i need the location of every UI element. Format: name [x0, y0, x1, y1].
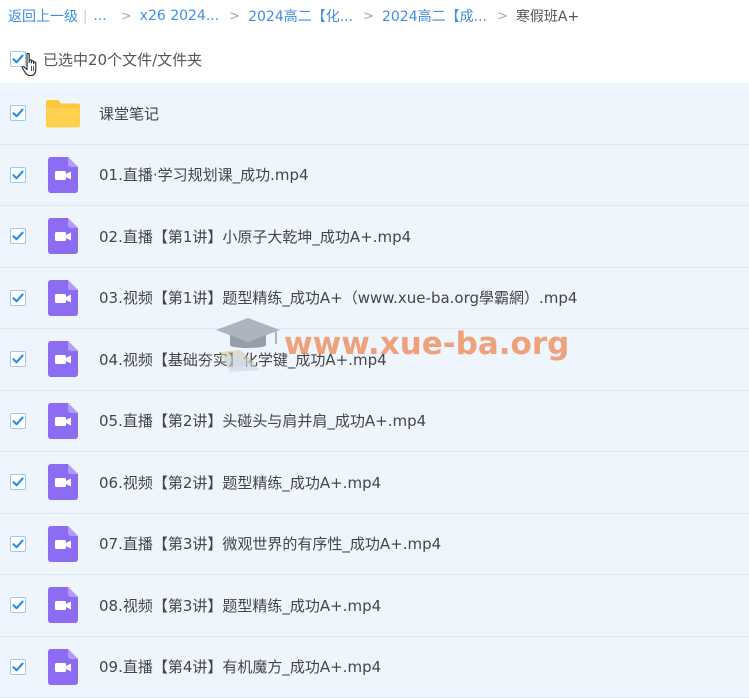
back-link[interactable]: 返回上一级 — [8, 6, 78, 26]
folder-icon — [45, 95, 81, 131]
breadcrumb-separator: > — [497, 9, 508, 24]
video-file-icon — [45, 403, 81, 439]
checkmark-icon — [11, 352, 25, 366]
checkmark-icon — [11, 291, 25, 305]
breadcrumb: 返回上一级 | ... > x26 2024... > 2024高二【化... … — [8, 0, 749, 32]
file-name[interactable]: 03.视频【第1讲】题型精练_成功A+（www.xue-ba.org學霸網）.m… — [99, 287, 577, 308]
video-file-icon — [45, 341, 81, 377]
file-row[interactable]: 02.直播【第1讲】小原子大乾坤_成功A+.mp4 — [0, 206, 749, 268]
row-checkbox[interactable] — [10, 105, 26, 121]
hand-cursor-icon — [20, 52, 40, 78]
breadcrumb-separator: > — [229, 9, 240, 24]
video-file-icon — [45, 464, 81, 500]
file-name[interactable]: 06.视频【第2讲】题型精练_成功A+.mp4 — [99, 472, 381, 493]
file-list: 课堂笔记 01.直播·学习规划课_成功.mp4 02.直播【第1讲】小原子大乾坤… — [0, 83, 749, 698]
row-checkbox[interactable] — [10, 474, 26, 490]
file-row[interactable]: 03.视频【第1讲】题型精练_成功A+（www.xue-ba.org學霸網）.m… — [0, 268, 749, 330]
file-name[interactable]: 09.直播【第4讲】有机魔方_成功A+.mp4 — [99, 656, 381, 677]
row-checkbox[interactable] — [10, 659, 26, 675]
checkmark-icon — [11, 414, 25, 428]
select-all-bar: 已选中20个文件/文件夹 — [0, 42, 749, 76]
checkmark-icon — [11, 168, 25, 182]
file-name[interactable]: 07.直播【第3讲】微观世界的有序性_成功A+.mp4 — [99, 533, 441, 554]
video-file-icon — [45, 218, 81, 254]
breadcrumb-item-chem[interactable]: 2024高二【化... — [248, 6, 353, 26]
video-file-icon — [45, 157, 81, 193]
checkmark-icon — [11, 475, 25, 489]
file-row[interactable]: 06.视频【第2讲】题型精练_成功A+.mp4 — [0, 452, 749, 514]
row-checkbox[interactable] — [10, 351, 26, 367]
file-row[interactable]: 08.视频【第3讲】题型精练_成功A+.mp4 — [0, 575, 749, 637]
selection-count-label: 已选中20个文件/文件夹 — [43, 49, 202, 70]
file-name[interactable]: 08.视频【第3讲】题型精练_成功A+.mp4 — [99, 595, 381, 616]
row-checkbox[interactable] — [10, 413, 26, 429]
row-checkbox[interactable] — [10, 167, 26, 183]
file-row[interactable]: 05.直播【第2讲】头碰头与肩并肩_成功A+.mp4 — [0, 391, 749, 453]
file-name[interactable]: 课堂笔记 — [99, 103, 159, 124]
file-name[interactable]: 01.直播·学习规划课_成功.mp4 — [99, 164, 309, 185]
file-name[interactable]: 02.直播【第1讲】小原子大乾坤_成功A+.mp4 — [99, 226, 411, 247]
row-checkbox[interactable] — [10, 228, 26, 244]
video-file-icon — [45, 649, 81, 685]
row-checkbox[interactable] — [10, 597, 26, 613]
file-name[interactable]: 05.直播【第2讲】头碰头与肩并肩_成功A+.mp4 — [99, 410, 426, 431]
file-row[interactable]: 01.直播·学习规划课_成功.mp4 — [0, 145, 749, 207]
row-checkbox[interactable] — [10, 290, 26, 306]
file-name[interactable]: 04.视频【基础夯实】化学键_成功A+.mp4 — [99, 349, 387, 370]
breadcrumb-separator: > — [121, 9, 132, 24]
checkmark-icon — [11, 598, 25, 612]
checkmark-icon — [11, 229, 25, 243]
breadcrumb-item-cheng[interactable]: 2024高二【成... — [382, 6, 487, 26]
video-file-icon — [45, 587, 81, 623]
breadcrumb-ellipsis[interactable]: ... — [93, 8, 106, 24]
checkmark-icon — [11, 537, 25, 551]
video-file-icon — [45, 280, 81, 316]
breadcrumb-current: 寒假班A+ — [516, 6, 579, 26]
file-row[interactable]: 07.直播【第3讲】微观世界的有序性_成功A+.mp4 — [0, 514, 749, 576]
video-file-icon — [45, 526, 81, 562]
file-row[interactable]: 课堂笔记 — [0, 83, 749, 145]
file-row[interactable]: 04.视频【基础夯实】化学键_成功A+.mp4 — [0, 329, 749, 391]
file-row[interactable]: 09.直播【第4讲】有机魔方_成功A+.mp4 — [0, 637, 749, 698]
checkmark-icon — [11, 106, 25, 120]
breadcrumb-item-x26[interactable]: x26 2024... — [140, 8, 220, 24]
breadcrumb-separator: > — [363, 9, 374, 24]
checkmark-icon — [11, 660, 25, 674]
row-checkbox[interactable] — [10, 536, 26, 552]
breadcrumb-divider: | — [83, 9, 87, 24]
